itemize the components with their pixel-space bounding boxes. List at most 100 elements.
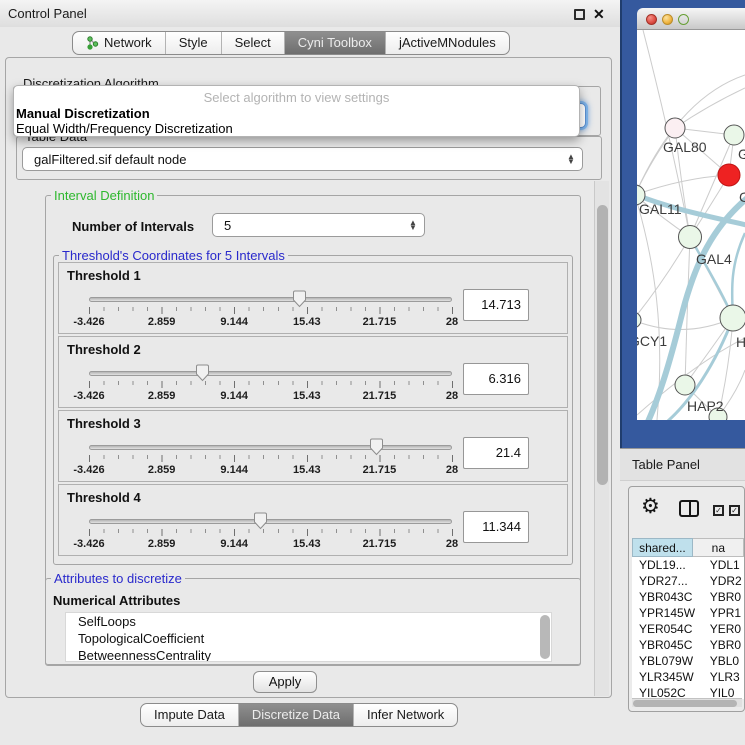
list-item-topologicalcoefficient[interactable]: TopologicalCoefficient — [66, 630, 551, 647]
close-icon[interactable]: ✕ — [593, 4, 605, 24]
table-data-combobox[interactable]: galFiltered.sif default node ▲▼ — [22, 147, 583, 171]
panel-vscrollbar-thumb[interactable] — [597, 205, 608, 485]
network-window-titlebar[interactable] — [637, 8, 745, 30]
tick-label: 15.43 — [293, 538, 321, 550]
slider-track[interactable] — [89, 371, 452, 376]
tab-cyni-toolbox[interactable]: Cyni Toolbox — [284, 32, 385, 54]
list-item-selfloops[interactable]: SelfLoops — [66, 613, 551, 630]
node-h[interactable] — [720, 305, 745, 331]
tick-label: 9.144 — [220, 390, 248, 402]
tick-label: 2.859 — [148, 464, 176, 476]
table-row[interactable]: YDL19...YDL1 — [632, 557, 744, 573]
tab-jactivemnodules[interactable]: jActiveMNodules — [385, 32, 509, 54]
network-canvas[interactable]: GAL80 G C GAL11 GAL4 GCY1 H HAP2 — [637, 30, 745, 420]
float-window-icon[interactable] — [574, 9, 585, 20]
column-header-shared-name[interactable]: shared... — [632, 538, 693, 557]
slider-track[interactable] — [89, 445, 452, 450]
interval-definition-title: Interval Definition — [51, 188, 157, 203]
threshold-2-panel: Threshold 2 -3.426 2.859 9.144 15.43 21.… — [58, 336, 568, 408]
tick-label: 9.144 — [220, 316, 248, 328]
table-data-value: galFiltered.sif default node — [34, 148, 186, 170]
slider-major-ticks — [89, 455, 453, 462]
minimize-traffic-light-icon[interactable] — [662, 14, 673, 25]
table-row[interactable]: YDR27...YDR2 — [632, 573, 744, 589]
tab-network[interactable]: Network — [73, 32, 165, 54]
tick-label: 9.144 — [220, 464, 248, 476]
gear-icon[interactable]: ⚙ — [641, 494, 660, 519]
threshold-3-panel: Threshold 3 -3.426 2.859 9.144 15.43 21.… — [58, 410, 568, 482]
threshold-3-slider[interactable]: -3.426 2.859 9.144 15.43 21.715 28 — [89, 438, 452, 478]
tab-discretize-data[interactable]: Discretize Data — [238, 704, 353, 726]
dropdown-placeholder: Select algorithm to view settings — [14, 90, 579, 105]
table-row[interactable]: YLR345WYLR3 — [632, 669, 744, 685]
dropdown-option-manual[interactable]: Manual Discretization — [16, 106, 150, 121]
table-row[interactable]: YIL052CYIL0 — [632, 685, 744, 699]
node-label-gal11: GAL11 — [639, 201, 682, 217]
tick-label: 2.859 — [148, 538, 176, 550]
table-row[interactable]: YER054CYER0 — [632, 621, 744, 637]
slider-major-ticks — [89, 307, 453, 314]
node-gal4[interactable] — [679, 226, 702, 249]
tick-label: 2.859 — [148, 316, 176, 328]
slider-thumb[interactable] — [253, 512, 268, 530]
tick-label: 28 — [446, 390, 458, 402]
network-graph: GAL80 G C GAL11 GAL4 GCY1 H HAP2 — [637, 30, 745, 420]
tick-label: -3.426 — [73, 464, 104, 476]
threshold-1-slider[interactable]: -3.426 2.859 9.144 15.43 21.715 28 — [89, 290, 452, 330]
control-panel-titlebar: Control Panel ✕ — [0, 0, 620, 27]
slider-track[interactable] — [89, 297, 452, 302]
threshold-2-slider[interactable]: -3.426 2.859 9.144 15.43 21.715 28 — [89, 364, 452, 404]
threshold-3-label: Threshold 3 — [67, 416, 141, 431]
dropdown-option-equal-width[interactable]: Equal Width/Frequency Discretization — [16, 121, 233, 136]
tab-impute-data[interactable]: Impute Data — [141, 704, 238, 726]
number-of-intervals-value: 5 — [224, 214, 231, 236]
tab-infer-network[interactable]: Infer Network — [353, 704, 457, 726]
table-row[interactable]: YBR043CYBR0 — [632, 589, 744, 605]
list-item-betweennesscentrality[interactable]: BetweennessCentrality — [66, 647, 551, 662]
slider-track[interactable] — [89, 519, 452, 524]
node-top-right[interactable] — [724, 125, 744, 145]
threshold-4-slider[interactable]: -3.426 2.859 9.144 15.43 21.715 28 — [89, 512, 452, 552]
slider-thumb[interactable] — [369, 438, 384, 456]
tick-label: 21.715 — [363, 316, 397, 328]
node-hap2[interactable] — [675, 375, 695, 395]
top-tab-bar: Network Style Select Cyni Toolbox jActiv… — [72, 31, 510, 55]
table-row[interactable]: YBR045CYBR0 — [632, 637, 744, 653]
attributes-list-scrollbar[interactable] — [540, 615, 550, 659]
slider-major-ticks — [89, 529, 453, 536]
threshold-2-value-field[interactable]: 6.316 — [463, 363, 529, 395]
tab-select[interactable]: Select — [221, 32, 284, 54]
node-selected-red[interactable] — [718, 164, 740, 186]
table-row[interactable]: YBL079WYBL0 — [632, 653, 744, 669]
checkbox-icon[interactable]: ✓ — [713, 505, 724, 516]
tab-style[interactable]: Style — [165, 32, 221, 54]
threshold-4-value-field[interactable]: 11.344 — [463, 511, 529, 543]
panel-vscrollbar[interactable] — [594, 181, 609, 696]
threshold-1-value-field[interactable]: 14.713 — [463, 289, 529, 321]
tick-label: 28 — [446, 464, 458, 476]
threshold-coords-title: Threshold's Coordinates for 5 Intervals — [59, 248, 288, 263]
split-columns-icon[interactable] — [679, 500, 699, 517]
table-hscrollbar-thumb[interactable] — [633, 700, 737, 707]
combo-arrows-icon: ▲▼ — [565, 150, 577, 168]
node-gcy1[interactable] — [637, 312, 641, 328]
number-of-intervals-combobox[interactable]: 5 ▲▼ — [212, 213, 425, 237]
slider-thumb[interactable] — [292, 290, 307, 308]
threshold-3-value-field[interactable]: 21.4 — [463, 437, 529, 469]
threshold-4-label: Threshold 4 — [67, 490, 141, 505]
apply-button[interactable]: Apply — [253, 671, 317, 693]
tick-label: 21.715 — [363, 390, 397, 402]
table-panel-toolbar: ⚙ ✓ ✓ — [629, 487, 744, 537]
checkbox-icon[interactable]: ✓ — [729, 505, 740, 516]
table-hscrollbar[interactable] — [632, 698, 742, 707]
close-traffic-light-icon[interactable] — [646, 14, 657, 25]
attributes-group-title: Attributes to discretize — [51, 571, 185, 586]
table-header-row: shared... na — [632, 538, 744, 557]
table-row[interactable]: YPR145WYPR1 — [632, 605, 744, 621]
threshold-2-label: Threshold 2 — [67, 342, 141, 357]
slider-thumb[interactable] — [195, 364, 210, 382]
node-gal80[interactable] — [665, 118, 685, 138]
tick-label: 28 — [446, 538, 458, 550]
column-header-name[interactable]: na — [693, 538, 744, 557]
zoom-traffic-light-icon[interactable] — [678, 14, 689, 25]
